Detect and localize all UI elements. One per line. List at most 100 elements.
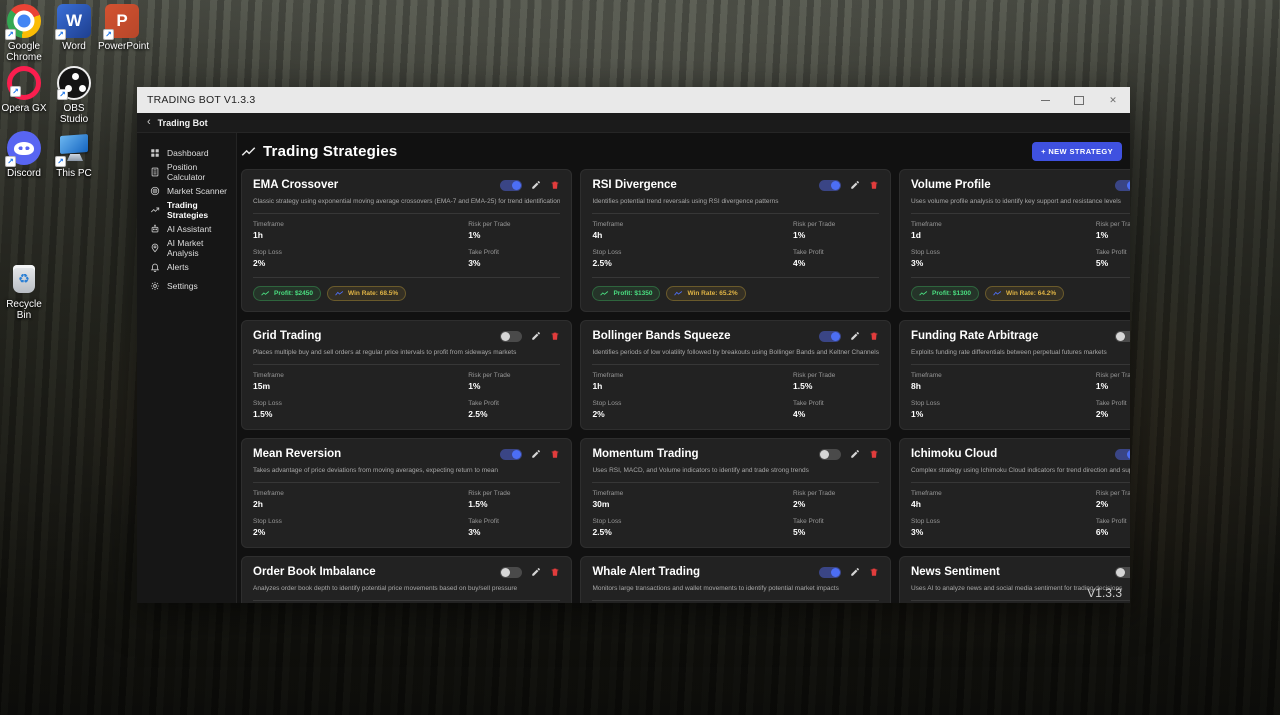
sidebar-item-trading-strategies[interactable]: Trading Strategies (137, 200, 236, 219)
delete-icon[interactable] (869, 567, 879, 577)
desktop-icon-word[interactable]: Word (50, 4, 98, 52)
timeframe-label: Timeframe (253, 490, 468, 497)
alerts-icon (150, 262, 160, 272)
sidebar-item-ai-market-analysis[interactable]: AI Market Analysis (137, 238, 236, 257)
edit-icon[interactable] (531, 180, 541, 190)
strategy-enabled-toggle[interactable] (1115, 449, 1130, 460)
sidebar-item-ai-assistant[interactable]: AI Assistant (137, 219, 236, 238)
discord-icon[interactable] (7, 131, 41, 165)
take-profit-label: Take Profit (468, 400, 560, 407)
strategy-name: RSI Divergence (592, 179, 676, 191)
sidebar-item-position-calculator[interactable]: Position Calculator (137, 162, 236, 181)
strategy-card: Funding Rate Arbitrage Exploits funding … (899, 320, 1130, 430)
word-icon[interactable] (57, 4, 91, 38)
desktop-icon-thispc[interactable]: This PC (50, 131, 98, 179)
sidebar-item-dashboard[interactable]: Dashboard (137, 143, 236, 162)
risk-field: Risk per Trade 1.5% (793, 372, 879, 391)
divider (592, 482, 879, 483)
win-rate-badge-label: Win Rate: 64.2% (1006, 290, 1056, 297)
stop-loss-field: Stop Loss 1.5% (253, 400, 468, 419)
delete-icon[interactable] (869, 331, 879, 341)
strategy-enabled-toggle[interactable] (1115, 180, 1130, 191)
timeframe-label: Timeframe (592, 490, 793, 497)
recyclebin-icon[interactable] (7, 262, 41, 296)
strategy-enabled-toggle[interactable] (500, 567, 522, 578)
timeframe-value: 15m (253, 381, 468, 391)
stop-loss-field: Stop Loss 2% (253, 518, 468, 537)
timeframe-field: Timeframe 8h (911, 372, 1096, 391)
strategy-enabled-toggle[interactable] (500, 180, 522, 191)
edit-icon[interactable] (850, 331, 860, 341)
timeframe-field: Timeframe 1h (253, 221, 468, 240)
desktop-icon-obs[interactable]: OBS Studio (50, 66, 98, 125)
strategy-card: RSI Divergence Identifies potential tren… (580, 169, 891, 312)
risk-field: Risk per Trade 1% (1096, 372, 1130, 391)
sidebar-item-settings[interactable]: Settings (137, 276, 236, 295)
desktop-icon-discord[interactable]: Discord (0, 131, 48, 179)
timeframe-field: Timeframe 2h (253, 490, 468, 509)
delete-icon[interactable] (550, 180, 560, 190)
minimize-button[interactable] (1028, 87, 1062, 113)
risk-label: Risk per Trade (1096, 221, 1130, 228)
thispc-icon[interactable] (57, 131, 91, 165)
delete-icon[interactable] (869, 449, 879, 459)
shortcut-arrow-icon (10, 86, 21, 97)
edit-icon[interactable] (531, 331, 541, 341)
divider (911, 213, 1130, 214)
strategy-enabled-toggle[interactable] (819, 180, 841, 191)
strategy-enabled-toggle[interactable] (819, 567, 841, 578)
close-button[interactable] (1096, 87, 1130, 113)
back-chevron-icon[interactable] (147, 117, 151, 128)
risk-label: Risk per Trade (793, 221, 879, 228)
stop-loss-field: Stop Loss 2% (253, 249, 468, 268)
shortcut-arrow-icon (103, 29, 114, 40)
sidebar-item-label: Position Calculator (167, 162, 236, 182)
risk-value: 2% (793, 499, 879, 509)
desktop-icon-chrome[interactable]: Google Chrome (0, 4, 48, 63)
edit-icon[interactable] (531, 449, 541, 459)
toggle-knob (831, 332, 840, 341)
take-profit-value: 5% (793, 527, 879, 537)
chart-line-icon (674, 290, 683, 297)
sidebar-item-market-scanner[interactable]: Market Scanner (137, 181, 236, 200)
new-strategy-button[interactable]: + NEW STRATEGY (1032, 142, 1122, 161)
maximize-button[interactable] (1062, 87, 1096, 113)
timeframe-field: Timeframe 15m (253, 372, 468, 391)
timeframe-label: Timeframe (592, 372, 793, 379)
take-profit-value: 2.5% (468, 409, 560, 419)
take-profit-field: Take Profit 2.5% (468, 400, 560, 419)
strategy-enabled-toggle[interactable] (819, 449, 841, 460)
divider (253, 364, 560, 365)
window-titlebar[interactable]: TRADING BOT V1.3.3 (137, 87, 1130, 113)
edit-icon[interactable] (850, 449, 860, 459)
desktop-icon-recyclebin[interactable]: Recycle Bin (0, 262, 48, 321)
delete-icon[interactable] (550, 449, 560, 459)
desktop-icon-powerpoint[interactable]: PowerPoint (98, 4, 146, 52)
desktop-icon-label: This PC (50, 168, 98, 179)
powerpoint-icon[interactable] (105, 4, 139, 38)
toggle-knob (820, 450, 829, 459)
obs-icon[interactable] (57, 66, 91, 100)
delete-icon[interactable] (550, 331, 560, 341)
edit-icon[interactable] (531, 567, 541, 577)
strategy-enabled-toggle[interactable] (1115, 567, 1130, 578)
strategy-enabled-toggle[interactable] (500, 331, 522, 342)
win-rate-badge: Win Rate: 65.2% (666, 286, 745, 301)
sidebar-item-alerts[interactable]: Alerts (137, 257, 236, 276)
take-profit-label: Take Profit (1096, 400, 1130, 407)
strategy-enabled-toggle[interactable] (500, 449, 522, 460)
window-title: TRADING BOT V1.3.3 (137, 94, 255, 106)
strategy-enabled-toggle[interactable] (1115, 331, 1130, 342)
chrome-icon[interactable] (7, 4, 41, 38)
toggle-knob (1116, 332, 1125, 341)
delete-icon[interactable] (550, 567, 560, 577)
stop-loss-value: 2% (253, 527, 468, 537)
sidebar-item-label: Market Scanner (167, 186, 227, 196)
edit-icon[interactable] (850, 567, 860, 577)
operagx-icon[interactable] (7, 66, 41, 100)
desktop-icon-operagx[interactable]: Opera GX (0, 66, 48, 114)
take-profit-value: 5% (1096, 258, 1130, 268)
delete-icon[interactable] (869, 180, 879, 190)
edit-icon[interactable] (850, 180, 860, 190)
strategy-enabled-toggle[interactable] (819, 331, 841, 342)
